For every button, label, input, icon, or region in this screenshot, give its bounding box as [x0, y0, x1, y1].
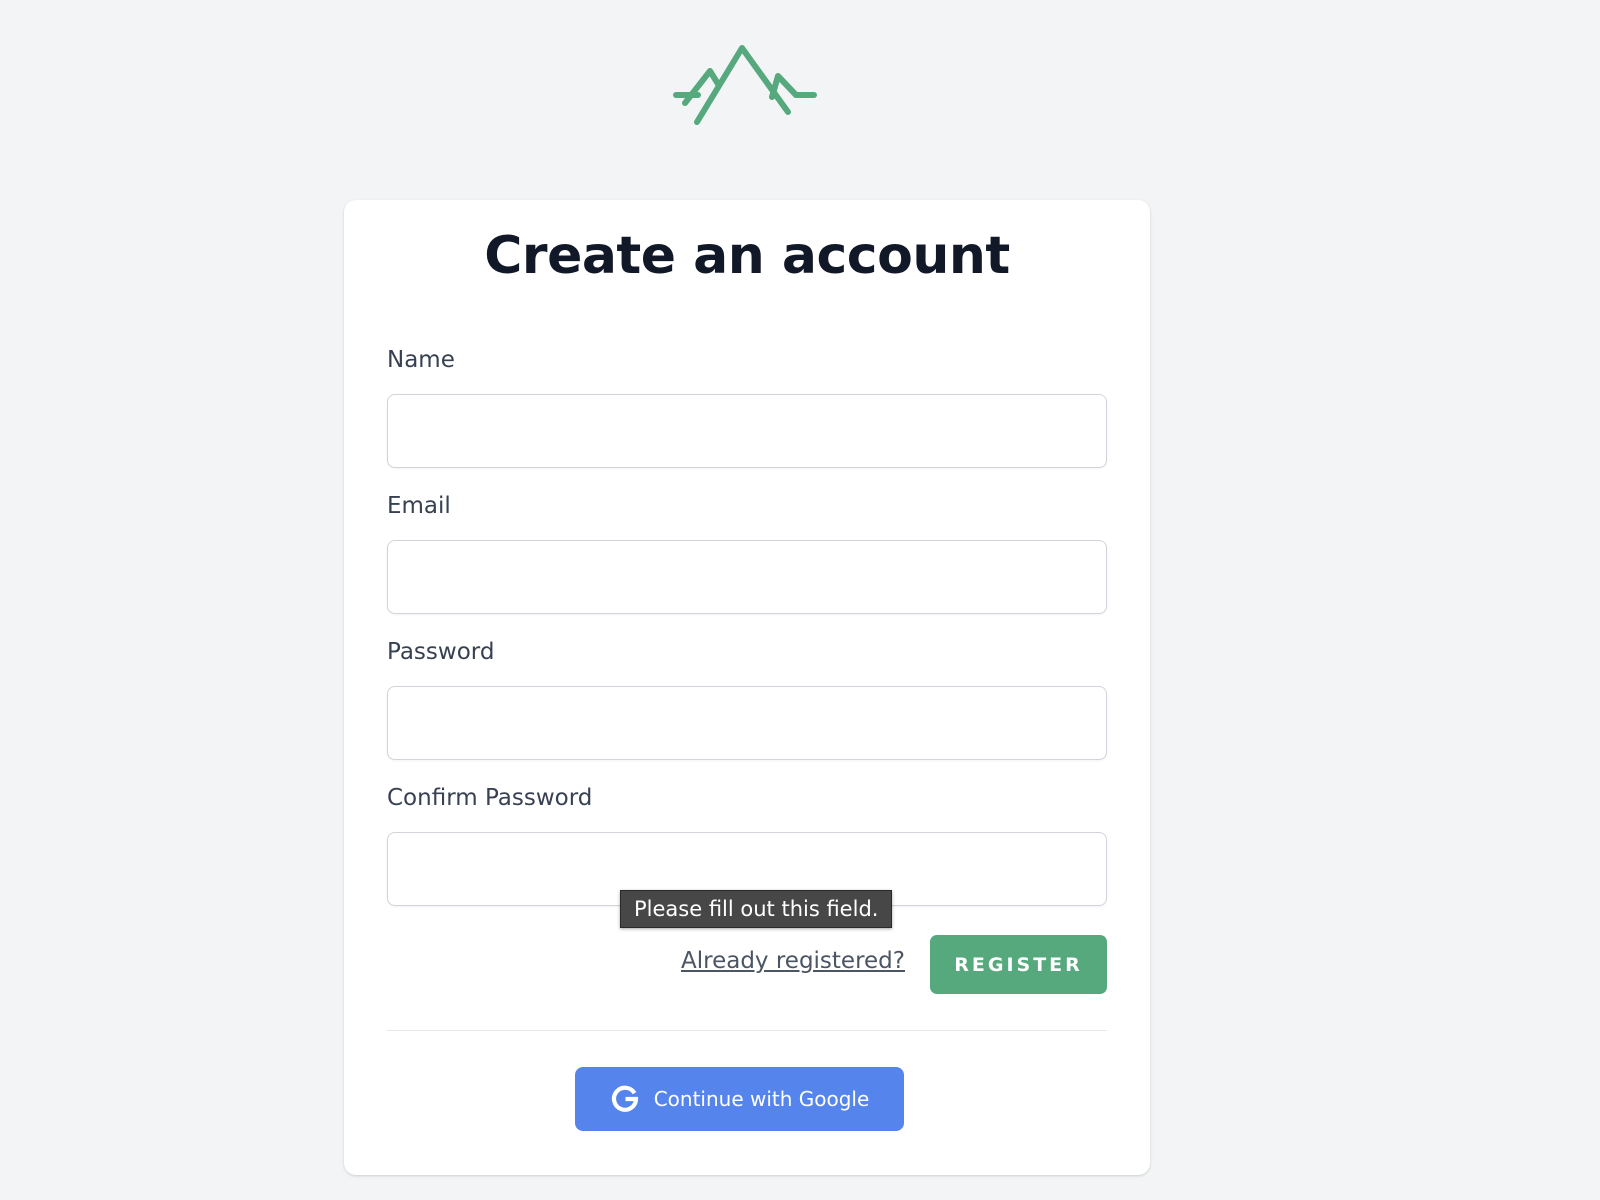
password-label: Password [387, 639, 495, 665]
password-input[interactable] [387, 686, 1107, 760]
divider [387, 1030, 1107, 1031]
email-label: Email [387, 493, 451, 519]
page-title: Create an account [484, 226, 1010, 286]
google-button-label: Continue with Google [653, 1087, 870, 1111]
validation-tooltip: Please fill out this field. [620, 890, 893, 928]
confirm-password-label: Confirm Password [387, 785, 593, 811]
name-label: Name [387, 347, 455, 373]
register-card: Create an account Name Email Password Co… [344, 200, 1150, 1175]
register-button[interactable]: REGISTER [930, 935, 1107, 994]
email-input[interactable] [387, 540, 1107, 614]
mountain-logo-icon [673, 45, 817, 125]
google-g-icon [611, 1085, 638, 1112]
continue-with-google-button[interactable]: Continue with Google [575, 1067, 904, 1131]
already-registered-link[interactable]: Already registered? [681, 948, 905, 974]
name-input[interactable] [387, 394, 1107, 468]
